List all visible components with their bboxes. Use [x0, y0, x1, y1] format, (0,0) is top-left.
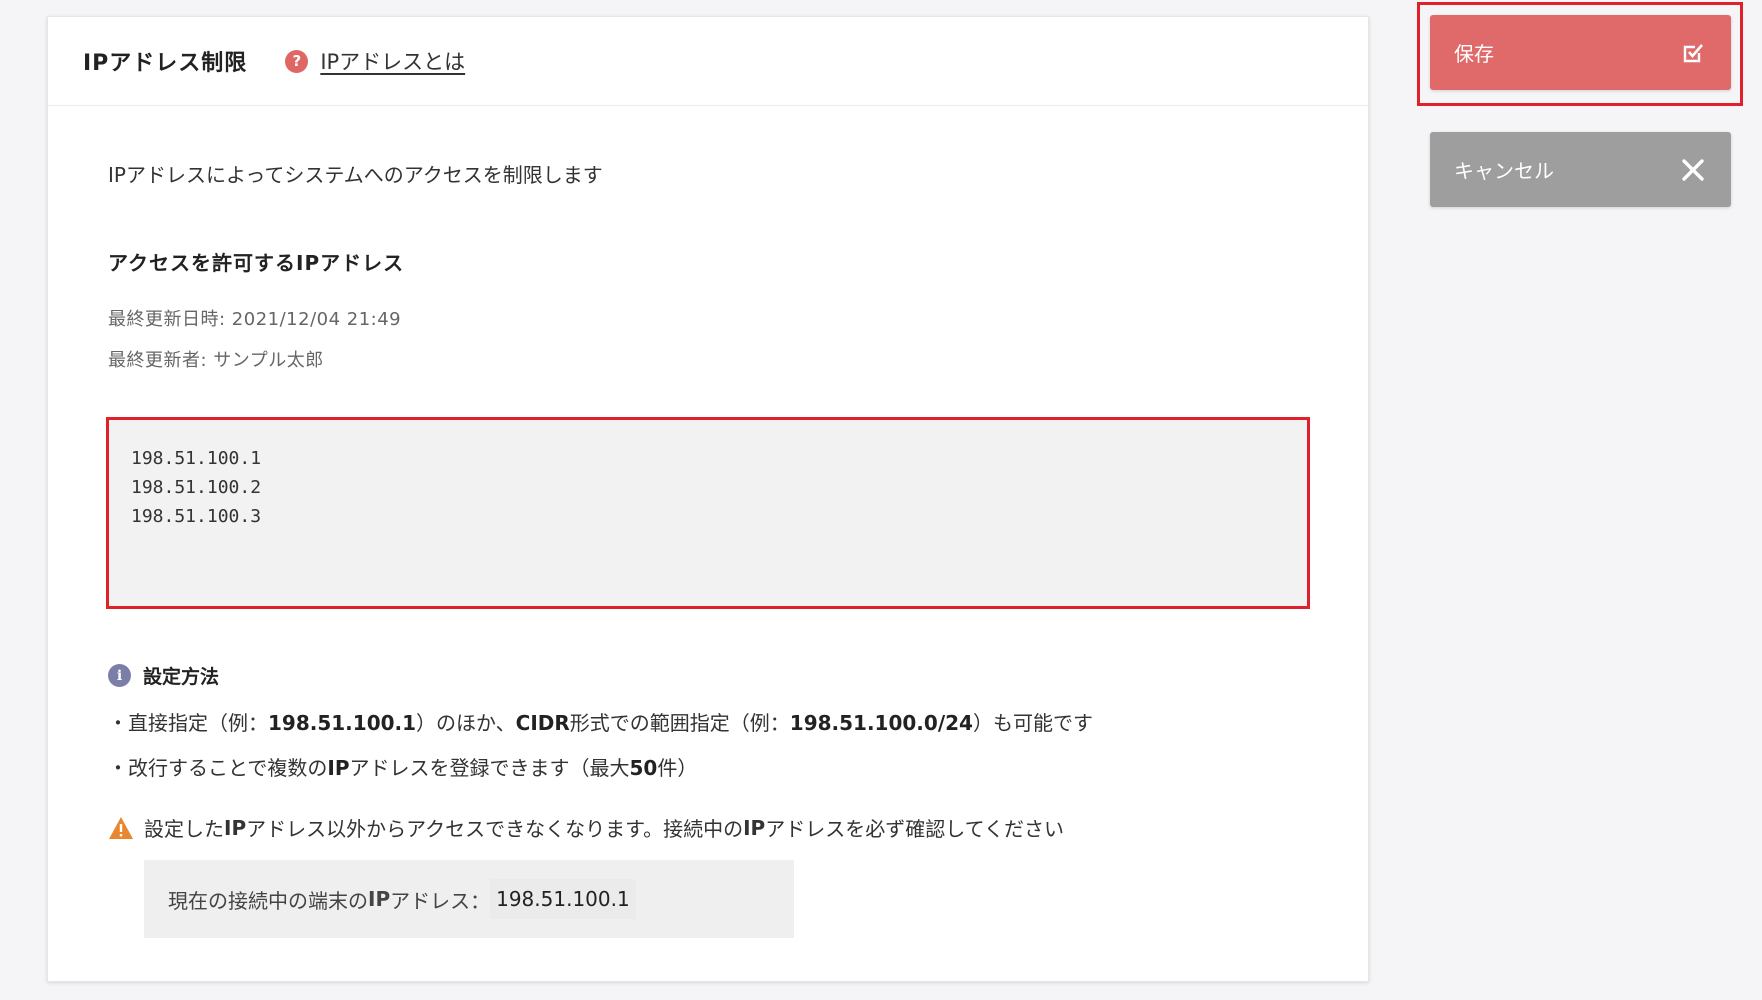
- bullet-text: ・改行することで複数の: [108, 756, 328, 780]
- bullet-example: 198.51.100.0/24: [789, 711, 973, 735]
- checkbox-check-icon: [1681, 41, 1705, 65]
- card-header: IPアドレス制限 ? IPアドレスとは: [48, 17, 1368, 106]
- allowed-ip-textarea[interactable]: [106, 417, 1310, 609]
- bullet-text: ・直接指定（例：: [108, 711, 268, 735]
- bullet-text: 形式での範囲指定（例：: [569, 711, 790, 735]
- section-title: アクセスを許可するIPアドレス: [108, 251, 405, 275]
- warning-icon: [109, 816, 133, 839]
- ip-restriction-card: IPアドレス制限 ? IPアドレスとは IPアドレスによってシステムへのアクセス…: [47, 16, 1369, 982]
- current-ip-label-keyword: IP: [368, 887, 391, 911]
- info-heading: i 設定方法: [108, 662, 219, 689]
- bullet-text: ）のほか、: [416, 711, 516, 735]
- info-bullet-multiline: ・改行することで複数のIPアドレスを登録できます（最大50件）: [108, 752, 697, 781]
- save-button[interactable]: 保存: [1430, 15, 1731, 90]
- info-heading-label: 設定方法: [143, 666, 220, 688]
- current-ip-box: 現在の接続中の端末の IP アドレス： 198.51.100.1: [144, 860, 794, 938]
- page-title: IPアドレス制限: [83, 51, 248, 76]
- question-icon[interactable]: ?: [285, 49, 309, 73]
- info-bullet-direct: ・直接指定（例：198.51.100.1）のほか、CIDR形式での範囲指定（例：…: [108, 707, 1093, 736]
- warning-text: アドレス以外からアクセスできなくなります。接続中の: [246, 817, 744, 841]
- bullet-example: 198.51.100.1: [268, 711, 417, 735]
- page-description: IPアドレスによってシステムへのアクセスを制限します: [108, 163, 603, 187]
- close-icon: [1681, 158, 1705, 182]
- warning-keyword: IP: [743, 815, 766, 840]
- current-ip-label: 現在の接続中の端末の: [168, 888, 368, 913]
- warning-message: 設定した IP アドレス以外からアクセスできなくなります。接続中の IP アドレスを必ず…: [108, 813, 1064, 842]
- last-updated-by: 最終更新者: サンプル太郎: [108, 350, 324, 371]
- current-ip-value: 198.51.100.1: [490, 879, 636, 919]
- help-link[interactable]: IPアドレスとは: [320, 46, 465, 76]
- bullet-text: アドレスを登録できます（最大: [349, 756, 630, 780]
- bullet-text: 件）: [657, 756, 698, 780]
- warning-text: アドレスを必ず確認してください: [765, 817, 1065, 841]
- current-ip-label: アドレス：: [390, 888, 491, 913]
- warning-keyword: IP: [224, 815, 247, 840]
- save-button-label: 保存: [1454, 42, 1494, 66]
- cancel-button[interactable]: キャンセル: [1430, 132, 1731, 207]
- last-updated-datetime: 最終更新日時: 2021/12/04 21:49: [108, 309, 402, 330]
- info-icon: i: [108, 664, 131, 687]
- bullet-text: ）も可能です: [972, 711, 1093, 735]
- cancel-button-label: キャンセル: [1454, 159, 1554, 183]
- bullet-keyword: 50: [629, 756, 658, 780]
- bullet-keyword: CIDR: [515, 711, 570, 735]
- bullet-keyword: IP: [327, 756, 350, 780]
- warning-text: 設定した: [144, 817, 224, 841]
